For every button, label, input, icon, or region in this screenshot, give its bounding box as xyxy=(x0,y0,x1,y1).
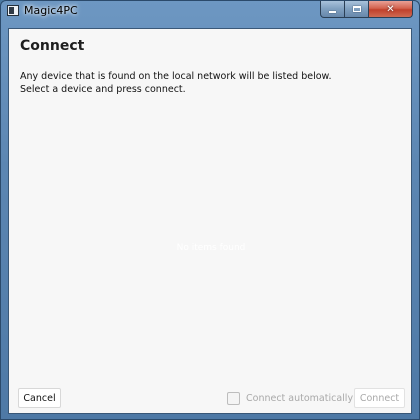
minimize-icon xyxy=(329,10,336,13)
cancel-button[interactable]: Cancel xyxy=(18,388,61,408)
maximize-button[interactable] xyxy=(345,1,369,18)
auto-connect-label: Connect automatically xyxy=(246,392,354,404)
connect-button[interactable]: Connect xyxy=(354,388,405,408)
auto-connect-checkbox[interactable] xyxy=(227,391,240,405)
instructions: Any device that is found on the local ne… xyxy=(20,70,400,96)
window-title: Magic4PC xyxy=(24,4,78,17)
instructions-line-1: Any device that is found on the local ne… xyxy=(20,71,332,82)
app-window-icon[interactable] xyxy=(7,5,19,16)
title-bar[interactable]: Magic4PC ✕ xyxy=(1,1,419,21)
device-list-empty-message: No items found xyxy=(176,243,246,253)
page-title: Connect xyxy=(20,38,85,54)
minimize-button[interactable] xyxy=(320,1,345,18)
close-icon: ✕ xyxy=(386,3,395,15)
caption-buttons: ✕ xyxy=(320,1,413,19)
auto-connect-option[interactable]: Connect automatically xyxy=(227,390,353,406)
maximize-icon xyxy=(352,6,361,12)
app-window: Magic4PC ✕ Connect Any device that is fo… xyxy=(0,0,420,420)
instructions-line-2: Select a device and press connect. xyxy=(20,84,186,95)
dialog-content: Connect Any device that is found on the … xyxy=(8,28,412,414)
close-button[interactable]: ✕ xyxy=(369,1,413,18)
